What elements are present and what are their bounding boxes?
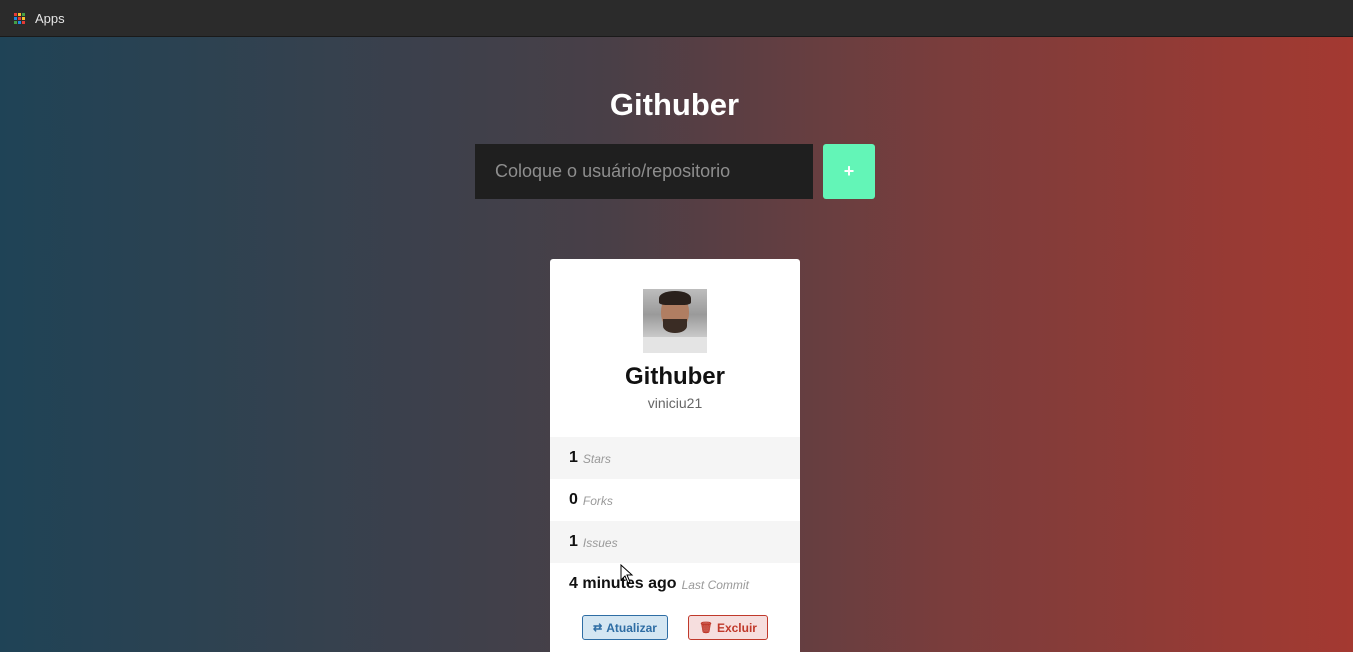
repository-card: Githuber viniciu21 1 Stars 0 Forks 1 Iss… [550, 259, 800, 652]
update-button[interactable]: ⇄ Atualizar [582, 615, 668, 640]
repository-owner: viniciu21 [647, 395, 703, 411]
add-repository-button[interactable]: + [823, 144, 875, 199]
page-background: Githuber + Githuber viniciu21 1 Stars 0 … [0, 37, 1353, 652]
repository-stats: 1 Stars 0 Forks 1 Issues 4 minutes ago L… [550, 437, 800, 605]
stat-label: Forks [582, 494, 613, 508]
owner-avatar [643, 289, 707, 353]
refresh-icon: ⇄ [593, 622, 603, 634]
apps-grid-icon [14, 12, 25, 24]
mouse-cursor-icon [620, 564, 634, 584]
stat-value: 1 [569, 533, 578, 550]
delete-button[interactable]: 🗑 Excluir [687, 615, 768, 640]
repository-input[interactable] [475, 144, 813, 199]
stat-last-commit: 4 minutes ago Last Commit [550, 563, 800, 605]
page-title: Githuber [609, 87, 740, 122]
card-actions: ⇄ Atualizar 🗑 Excluir [550, 605, 800, 640]
card-header: Githuber viniciu21 [550, 259, 800, 437]
apps-shortcut[interactable]: Apps [14, 11, 65, 26]
stat-stars: 1 Stars [550, 437, 800, 479]
delete-label: Excluir [716, 620, 757, 635]
stat-label: Issues [582, 536, 618, 550]
repository-name: Githuber [625, 363, 725, 390]
stat-label: Stars [582, 452, 611, 466]
stat-issues: 1 Issues [550, 521, 800, 563]
stat-value: 0 [569, 491, 578, 508]
update-label: Atualizar [606, 620, 657, 635]
stat-value: 1 [569, 449, 578, 466]
trash-icon: 🗑 [698, 622, 713, 634]
search-form: + [475, 144, 875, 199]
stat-label: Last Commit [681, 578, 749, 592]
bookmarks-bar: Apps [0, 0, 1353, 37]
stat-forks: 0 Forks [550, 479, 800, 521]
apps-label: Apps [35, 10, 65, 26]
